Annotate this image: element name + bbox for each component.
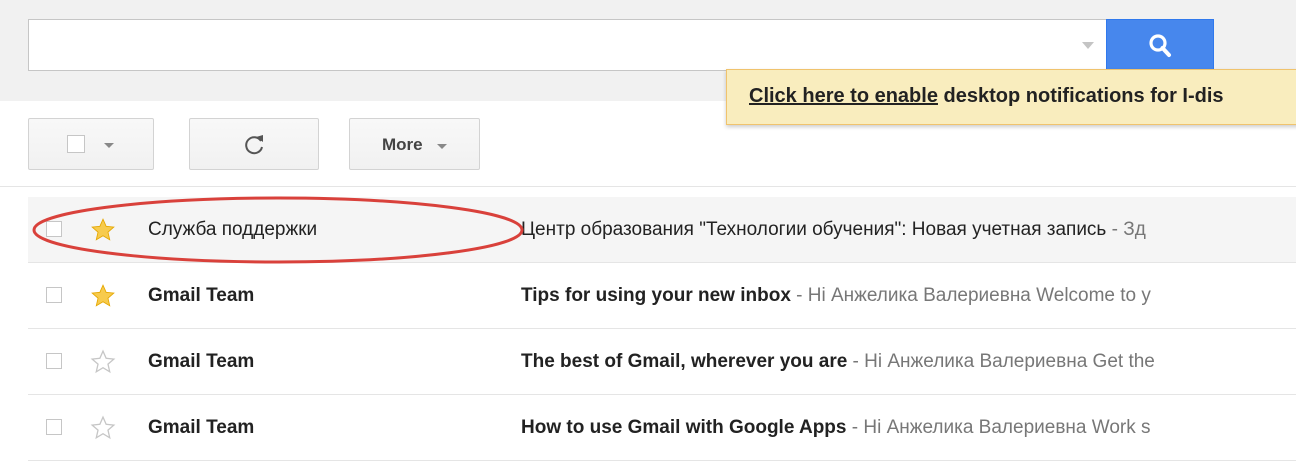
email-sender: Gmail Team [148,351,255,372]
email-content: Tips for using your new inbox - Hi Анжел… [521,285,1151,307]
select-all-checkbox[interactable] [67,135,85,153]
email-snippet: - Hi Анжелика Валериевна Get the [847,351,1155,372]
email-row[interactable]: Gmail Team How to use Gmail with Google … [28,395,1296,461]
select-dropdown-button[interactable] [28,118,154,170]
email-snippet: - Зд [1106,219,1146,240]
search-button[interactable] [1106,19,1214,71]
email-row[interactable]: Gmail Team The best of Gmail, wherever y… [28,329,1296,395]
email-row-checkbox[interactable] [46,419,62,435]
enable-notifications-link[interactable]: Click here to enable [749,85,938,107]
email-row-checkbox[interactable] [46,221,62,237]
email-row[interactable]: Служба поддержки Центр образования "Техн… [28,197,1296,263]
email-row-checkbox[interactable] [46,353,62,369]
star-outline-icon[interactable] [90,349,116,375]
refresh-icon [245,135,263,155]
email-subject: Tips for using your new inbox [521,285,791,306]
email-sender: Gmail Team [148,285,255,306]
email-content: The best of Gmail, wherever you are - Hi… [521,351,1155,373]
search-input[interactable] [28,19,1115,71]
star-outline-icon[interactable] [90,415,116,441]
star-filled-icon[interactable] [90,217,116,243]
search-options-dropdown-icon[interactable] [1082,42,1094,49]
email-snippet: - Hi Анжелика Валериевна Welcome to y [790,285,1151,306]
email-subject: How to use Gmail with Google Apps [521,417,847,438]
email-subject: Центр образования "Технологии обучения":… [521,219,1107,240]
chevron-down-icon [104,143,114,148]
more-label: More [382,135,423,154]
more-button[interactable]: More [349,118,480,170]
email-sender: Служба поддержки [148,219,318,240]
notification-text: desktop notifications for I-dis [937,85,1224,107]
search-icon [1149,34,1171,57]
star-filled-icon[interactable] [90,283,116,309]
email-row[interactable]: Gmail Team Tips for using your new inbox… [28,263,1296,329]
search-bar [28,19,1214,71]
email-snippet: - Hi Анжелика Валериевна Work s [846,417,1151,438]
email-sender: Gmail Team [148,417,255,438]
email-content: How to use Gmail with Google Apps - Hi А… [521,417,1151,439]
email-subject: The best of Gmail, wherever you are [521,351,848,372]
refresh-button[interactable] [189,118,319,170]
email-row-checkbox[interactable] [46,287,62,303]
divider [0,186,1296,187]
desktop-notification-banner: Click here to enable desktop notificatio… [726,69,1296,125]
email-content: Центр образования "Технологии обучения":… [521,219,1146,241]
chevron-down-icon [437,144,447,149]
